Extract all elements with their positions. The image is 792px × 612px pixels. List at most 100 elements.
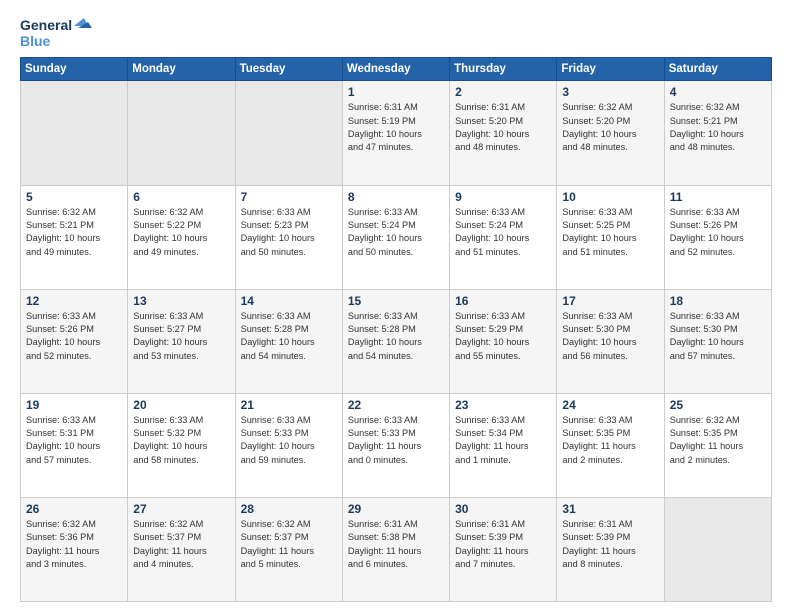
logo-text-general: General	[20, 18, 72, 33]
calendar-week-row: 1 Sunrise: 6:31 AM Sunset: 5:19 PM Daylig…	[21, 81, 772, 185]
calendar-cell: 2 Sunrise: 6:31 AM Sunset: 5:20 PM Daylig…	[450, 81, 557, 185]
day-info: Sunrise: 6:31 AM Sunset: 5:39 PM Dayligh…	[562, 518, 658, 571]
day-number: 19	[26, 398, 122, 412]
weekday-header-row: SundayMondayTuesdayWednesdayThursdayFrid…	[21, 58, 772, 81]
calendar-cell	[21, 81, 128, 185]
day-info: Sunrise: 6:32 AM Sunset: 5:37 PM Dayligh…	[241, 518, 337, 571]
day-number: 14	[241, 294, 337, 308]
day-number: 12	[26, 294, 122, 308]
day-number: 5	[26, 190, 122, 204]
calendar-cell: 23 Sunrise: 6:33 AM Sunset: 5:34 PM Dayli…	[450, 393, 557, 497]
logo-text-blue: Blue	[20, 34, 50, 49]
day-info: Sunrise: 6:33 AM Sunset: 5:33 PM Dayligh…	[241, 414, 337, 467]
day-number: 31	[562, 502, 658, 516]
header: General Blue	[20, 18, 772, 49]
calendar-cell: 13Sunrise: 6:33 AM Sunset: 5:27 PM Dayli…	[128, 289, 235, 393]
weekday-header: Sunday	[21, 58, 128, 81]
calendar-cell: 27 Sunrise: 6:32 AM Sunset: 5:37 PM Dayli…	[128, 497, 235, 601]
calendar-cell: 7 Sunrise: 6:33 AM Sunset: 5:23 PM Daylig…	[235, 185, 342, 289]
day-info: Sunrise: 6:32 AM Sunset: 5:20 PM Dayligh…	[562, 101, 658, 154]
day-number: 21	[241, 398, 337, 412]
calendar-cell: 18Sunrise: 6:33 AM Sunset: 5:30 PM Dayli…	[664, 289, 771, 393]
calendar-cell: 9Sunrise: 6:33 AM Sunset: 5:24 PM Daylig…	[450, 185, 557, 289]
calendar-week-row: 12 Sunrise: 6:33 AM Sunset: 5:26 PM Dayli…	[21, 289, 772, 393]
day-info: Sunrise: 6:33 AM Sunset: 5:26 PM Dayligh…	[26, 310, 122, 363]
calendar-cell: 16Sunrise: 6:33 AM Sunset: 5:29 PM Dayli…	[450, 289, 557, 393]
day-number: 15	[348, 294, 444, 308]
calendar-cell	[235, 81, 342, 185]
day-info: Sunrise: 6:33 AM Sunset: 5:33 PM Dayligh…	[348, 414, 444, 467]
calendar-cell: 14 Sunrise: 6:33 AM Sunset: 5:28 PM Dayli…	[235, 289, 342, 393]
day-number: 27	[133, 502, 229, 516]
day-number: 30	[455, 502, 551, 516]
calendar-week-row: 19 Sunrise: 6:33 AM Sunset: 5:31 PM Dayli…	[21, 393, 772, 497]
calendar-cell: 28Sunrise: 6:32 AM Sunset: 5:37 PM Dayli…	[235, 497, 342, 601]
day-number: 10	[562, 190, 658, 204]
calendar-cell: 31 Sunrise: 6:31 AM Sunset: 5:39 PM Dayli…	[557, 497, 664, 601]
day-number: 2	[455, 85, 551, 99]
calendar-cell	[128, 81, 235, 185]
calendar-cell: 25 Sunrise: 6:32 AM Sunset: 5:35 PM Dayli…	[664, 393, 771, 497]
day-info: Sunrise: 6:33 AM Sunset: 5:30 PM Dayligh…	[670, 310, 766, 363]
calendar-cell: 30Sunrise: 6:31 AM Sunset: 5:39 PM Dayli…	[450, 497, 557, 601]
calendar-cell: 5 Sunrise: 6:32 AM Sunset: 5:21 PM Daylig…	[21, 185, 128, 289]
calendar-cell: 20 Sunrise: 6:33 AM Sunset: 5:32 PM Dayli…	[128, 393, 235, 497]
logo: General Blue	[20, 18, 92, 49]
calendar-cell: 6 Sunrise: 6:32 AM Sunset: 5:22 PM Daylig…	[128, 185, 235, 289]
day-info: Sunrise: 6:33 AM Sunset: 5:32 PM Dayligh…	[133, 414, 229, 467]
day-info: Sunrise: 6:33 AM Sunset: 5:34 PM Dayligh…	[455, 414, 551, 467]
day-info: Sunrise: 6:32 AM Sunset: 5:21 PM Dayligh…	[26, 206, 122, 259]
day-number: 26	[26, 502, 122, 516]
weekday-header: Thursday	[450, 58, 557, 81]
day-number: 8	[348, 190, 444, 204]
calendar-cell: 1 Sunrise: 6:31 AM Sunset: 5:19 PM Daylig…	[342, 81, 449, 185]
calendar-cell: 15 Sunrise: 6:33 AM Sunset: 5:28 PM Dayli…	[342, 289, 449, 393]
day-info: Sunrise: 6:33 AM Sunset: 5:30 PM Dayligh…	[562, 310, 658, 363]
day-info: Sunrise: 6:33 AM Sunset: 5:24 PM Dayligh…	[455, 206, 551, 259]
calendar-cell	[664, 497, 771, 601]
weekday-header: Monday	[128, 58, 235, 81]
calendar-week-row: 5 Sunrise: 6:32 AM Sunset: 5:21 PM Daylig…	[21, 185, 772, 289]
day-info: Sunrise: 6:32 AM Sunset: 5:37 PM Dayligh…	[133, 518, 229, 571]
day-number: 23	[455, 398, 551, 412]
day-number: 11	[670, 190, 766, 204]
weekday-header: Wednesday	[342, 58, 449, 81]
calendar-cell: 17 Sunrise: 6:33 AM Sunset: 5:30 PM Dayli…	[557, 289, 664, 393]
day-info: Sunrise: 6:33 AM Sunset: 5:28 PM Dayligh…	[241, 310, 337, 363]
day-number: 20	[133, 398, 229, 412]
day-number: 29	[348, 502, 444, 516]
page: General Blue SundayMondayTuesdayWednesda…	[0, 0, 792, 612]
calendar-cell: 22 Sunrise: 6:33 AM Sunset: 5:33 PM Dayli…	[342, 393, 449, 497]
day-info: Sunrise: 6:32 AM Sunset: 5:35 PM Dayligh…	[670, 414, 766, 467]
day-info: Sunrise: 6:33 AM Sunset: 5:28 PM Dayligh…	[348, 310, 444, 363]
day-info: Sunrise: 6:31 AM Sunset: 5:38 PM Dayligh…	[348, 518, 444, 571]
calendar-cell: 29 Sunrise: 6:31 AM Sunset: 5:38 PM Dayli…	[342, 497, 449, 601]
day-info: Sunrise: 6:32 AM Sunset: 5:22 PM Dayligh…	[133, 206, 229, 259]
day-number: 25	[670, 398, 766, 412]
day-number: 1	[348, 85, 444, 99]
day-info: Sunrise: 6:33 AM Sunset: 5:23 PM Dayligh…	[241, 206, 337, 259]
weekday-header: Tuesday	[235, 58, 342, 81]
calendar-cell: 11 Sunrise: 6:33 AM Sunset: 5:26 PM Dayli…	[664, 185, 771, 289]
calendar-cell: 3 Sunrise: 6:32 AM Sunset: 5:20 PM Daylig…	[557, 81, 664, 185]
day-number: 24	[562, 398, 658, 412]
day-info: Sunrise: 6:33 AM Sunset: 5:26 PM Dayligh…	[670, 206, 766, 259]
calendar-cell: 10Sunrise: 6:33 AM Sunset: 5:25 PM Dayli…	[557, 185, 664, 289]
day-info: Sunrise: 6:33 AM Sunset: 5:24 PM Dayligh…	[348, 206, 444, 259]
day-info: Sunrise: 6:33 AM Sunset: 5:31 PM Dayligh…	[26, 414, 122, 467]
day-number: 7	[241, 190, 337, 204]
day-number: 3	[562, 85, 658, 99]
day-info: Sunrise: 6:31 AM Sunset: 5:19 PM Dayligh…	[348, 101, 444, 154]
day-info: Sunrise: 6:33 AM Sunset: 5:35 PM Dayligh…	[562, 414, 658, 467]
day-info: Sunrise: 6:32 AM Sunset: 5:21 PM Dayligh…	[670, 101, 766, 154]
day-info: Sunrise: 6:31 AM Sunset: 5:20 PM Dayligh…	[455, 101, 551, 154]
calendar-cell: 24 Sunrise: 6:33 AM Sunset: 5:35 PM Dayli…	[557, 393, 664, 497]
calendar-table: SundayMondayTuesdayWednesdayThursdayFrid…	[20, 57, 772, 602]
weekday-header: Saturday	[664, 58, 771, 81]
day-number: 17	[562, 294, 658, 308]
calendar-week-row: 26Sunrise: 6:32 AM Sunset: 5:36 PM Dayli…	[21, 497, 772, 601]
day-number: 16	[455, 294, 551, 308]
day-number: 6	[133, 190, 229, 204]
calendar-cell: 26Sunrise: 6:32 AM Sunset: 5:36 PM Dayli…	[21, 497, 128, 601]
day-number: 22	[348, 398, 444, 412]
